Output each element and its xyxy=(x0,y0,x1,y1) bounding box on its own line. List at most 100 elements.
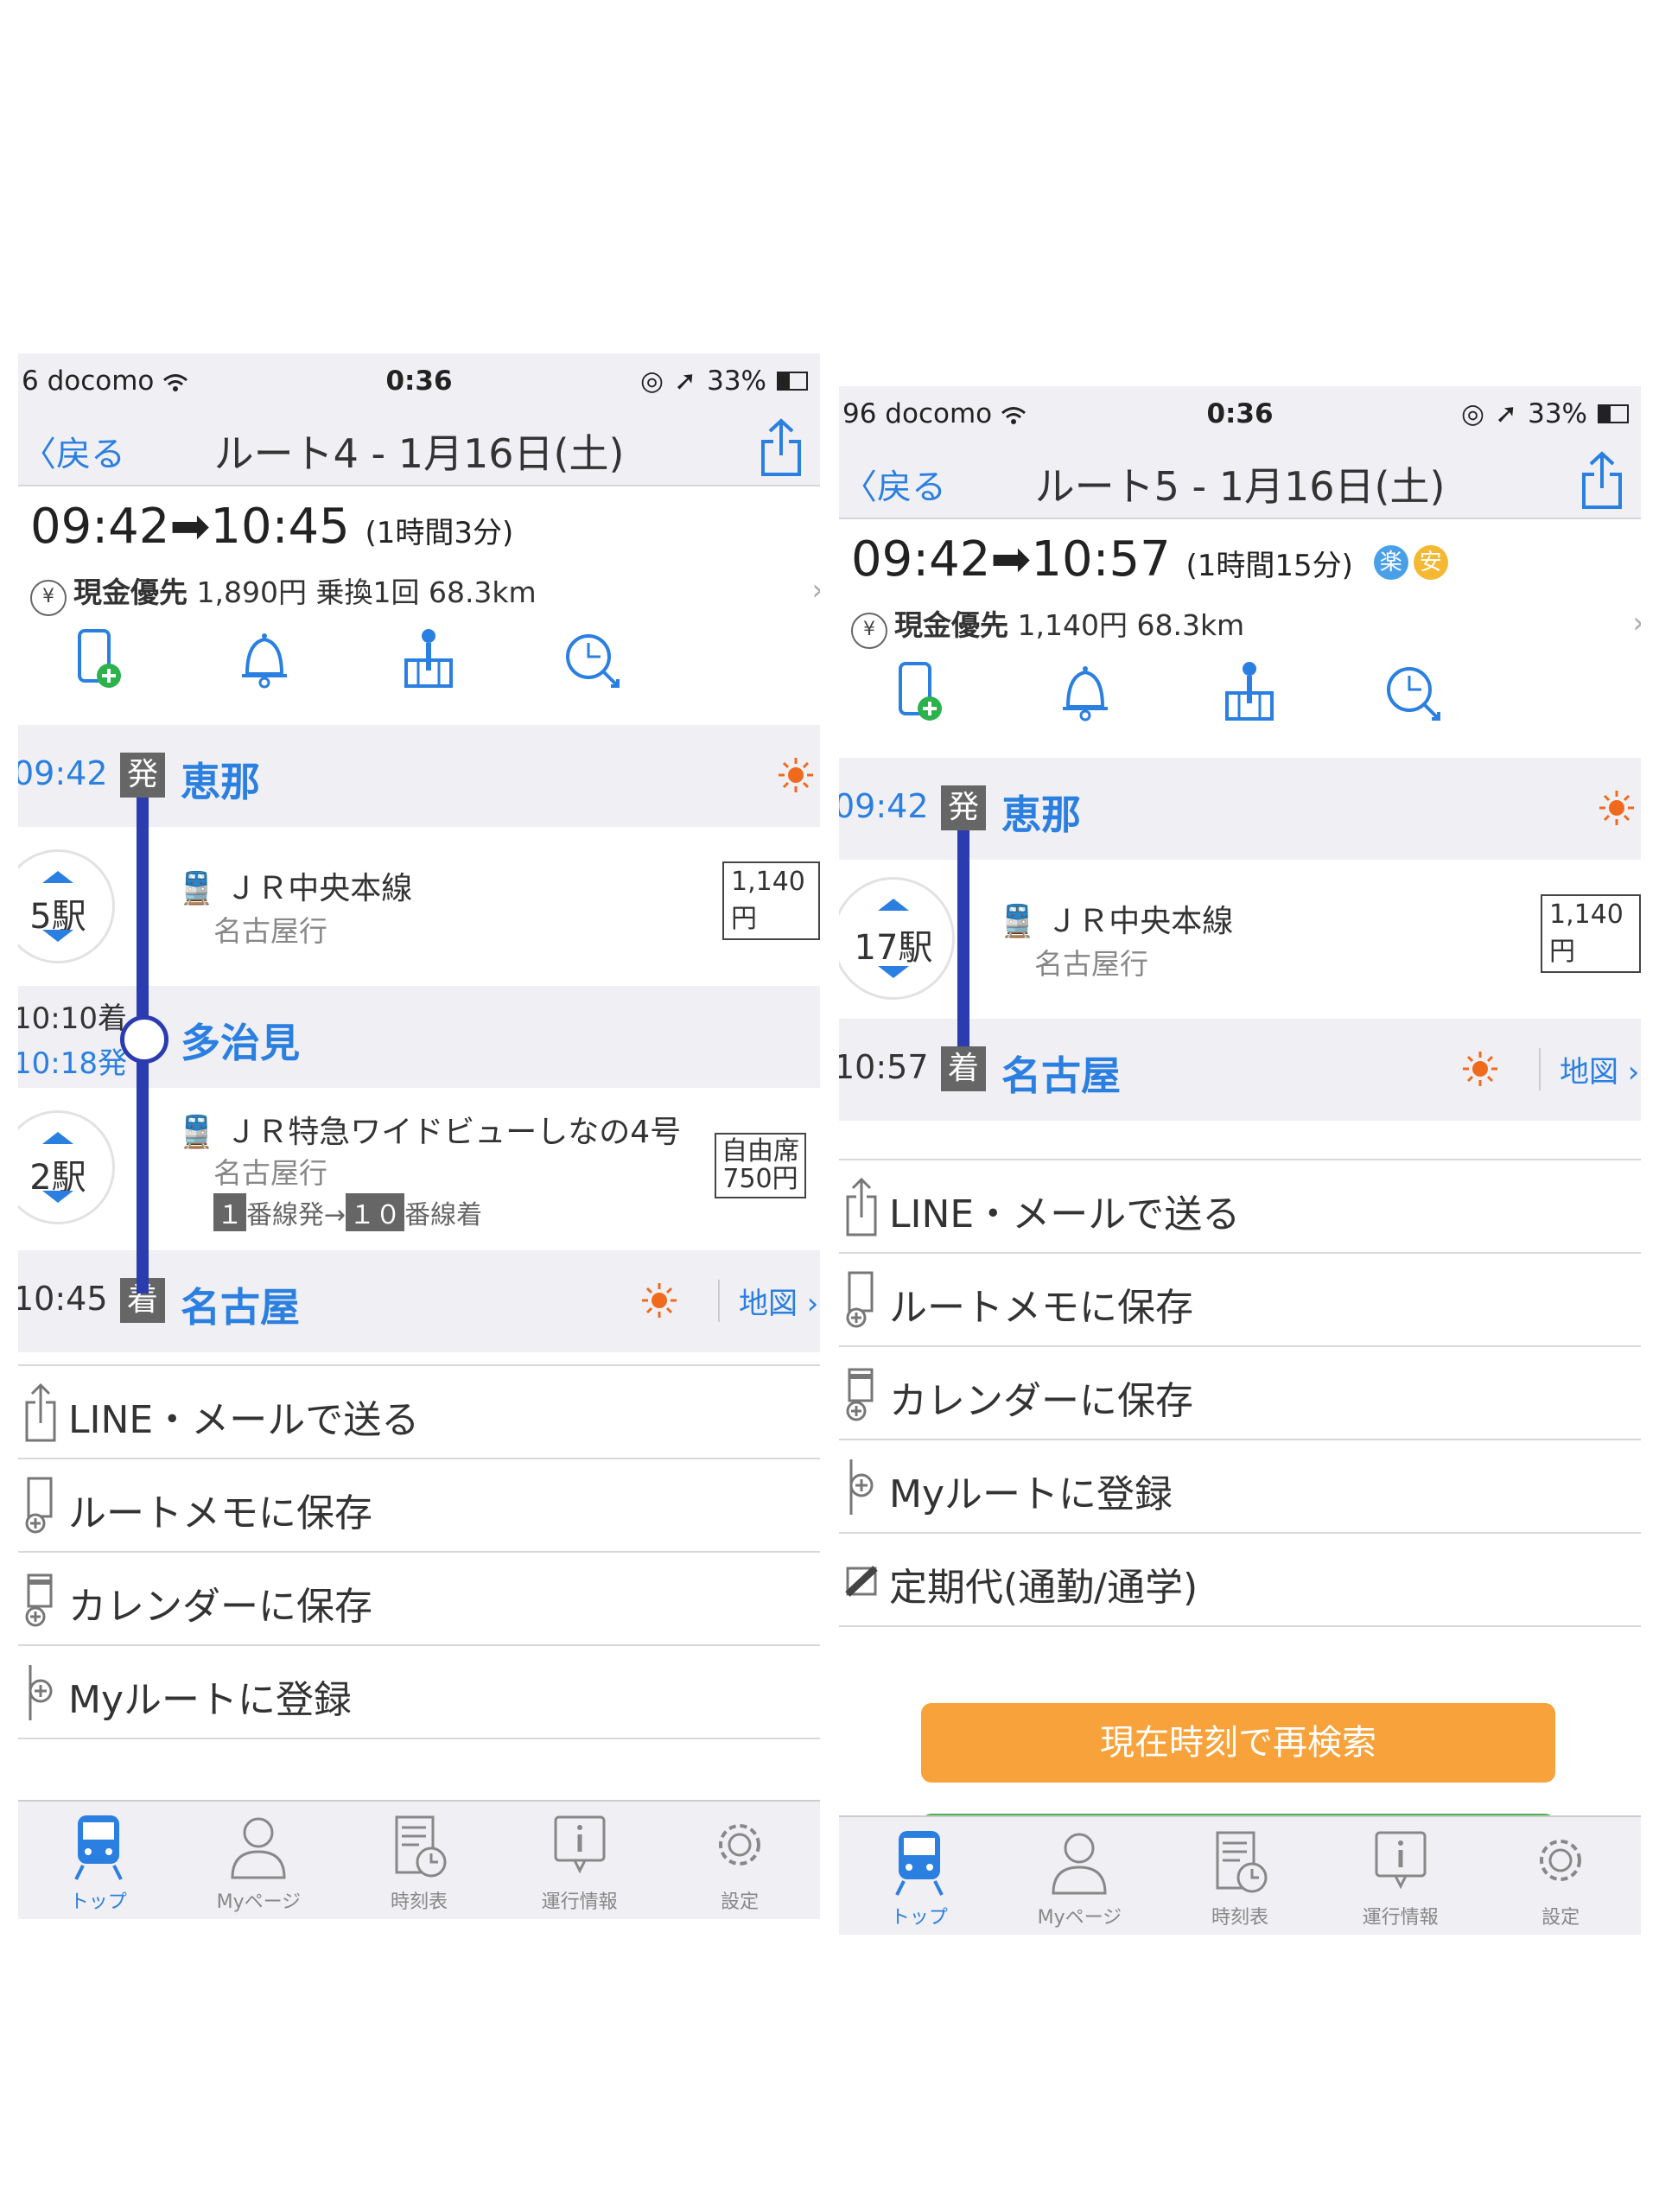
gear-icon xyxy=(719,1824,761,1866)
menu-send-line-mail[interactable]: LINE・メールで送る xyxy=(839,1160,1641,1254)
station-name: 多治見 xyxy=(181,1020,300,1066)
left-screen: 6 docomo 0:36 ◎ ➚ 33% 〈戻る ルート4 - 1月16日(土… xyxy=(18,353,820,1919)
fare-box: 1,140円 xyxy=(1541,894,1641,973)
memo-add-icon xyxy=(25,1477,53,1534)
arrival-time: 10:57 xyxy=(839,1048,929,1086)
alarm-button[interactable] xyxy=(182,616,346,702)
research-now-button[interactable]: 現在時刻で再検索 xyxy=(921,1703,1555,1783)
line-destination: 名古屋行 xyxy=(1034,947,1148,981)
navigation-bar: 〈戻る ルート5 - 1月16日(土) xyxy=(839,442,1641,519)
info-icon xyxy=(1375,1831,1427,1890)
add-to-device-button[interactable] xyxy=(839,649,1003,735)
menu-save-memo[interactable]: ルートメモに保存 xyxy=(839,1254,1641,1347)
station-count[interactable]: 17駅 xyxy=(839,877,955,1000)
tab-service-info[interactable]: 運行情報 xyxy=(499,1802,660,1919)
add-to-device-button[interactable] xyxy=(18,616,182,702)
tab-service-info[interactable]: 運行情報 xyxy=(1320,1817,1481,1935)
train-icon xyxy=(74,1815,123,1880)
time-search-button[interactable] xyxy=(511,616,675,702)
cheap-badge: 安 xyxy=(1413,544,1448,580)
arrival-time: 10:45 xyxy=(18,1280,108,1318)
pass-icon xyxy=(845,1566,878,1597)
chevron-right-icon[interactable]: › xyxy=(811,573,820,607)
yen-icon: ¥ xyxy=(851,613,887,649)
arrive-mark: 着 xyxy=(941,1046,986,1091)
tab-settings[interactable]: 設定 xyxy=(1480,1817,1641,1935)
tab-timetable[interactable]: 時刻表 xyxy=(339,1802,499,1919)
easy-badge: 楽 xyxy=(1373,544,1408,580)
battery-icon xyxy=(777,372,808,391)
share-icon xyxy=(846,1177,877,1236)
depart-mark: 発 xyxy=(941,785,986,830)
page-title: ルート4 - 1月16日(土) xyxy=(213,430,625,477)
navigation-bar: 〈戻る ルート4 - 1月16日(土) xyxy=(18,409,820,486)
station-name: 名古屋 xyxy=(181,1284,300,1331)
alarm-button[interactable] xyxy=(1003,649,1167,735)
train-icon: 🚆 xyxy=(177,871,216,906)
platform-button[interactable] xyxy=(1167,649,1332,735)
menu-commuter-pass[interactable]: 定期代(通勤/通学) xyxy=(839,1534,1641,1627)
user-icon xyxy=(1052,1833,1107,1895)
line-destination: 名古屋行 xyxy=(213,1156,327,1190)
route-summary: 09:42➡10:57 (1時間15分) 楽安 ¥ 現金優先 1,140円 68.… xyxy=(839,519,1641,758)
clock-arrow-icon xyxy=(1387,667,1440,721)
departure-time: 10:18発 xyxy=(18,1046,127,1081)
tab-top[interactable]: トップ xyxy=(18,1802,179,1919)
up-arrow-icon xyxy=(42,1132,73,1144)
fare-info: ¥ 現金優先 1,140円 68.3km xyxy=(851,602,1244,649)
line-name: 🚆 ＪＲ中央本線 xyxy=(177,871,413,906)
tab-settings[interactable]: 設定 xyxy=(659,1802,820,1919)
tab-top[interactable]: トップ xyxy=(839,1817,1000,1935)
train-icon xyxy=(895,1831,944,1896)
person-platform-icon xyxy=(404,629,453,688)
menu-register-my-route[interactable]: Myルートに登録 xyxy=(18,1646,820,1739)
transfer-marker xyxy=(120,1015,168,1064)
route-add-icon xyxy=(849,1459,874,1515)
share-icon[interactable] xyxy=(758,417,804,478)
share-icon[interactable] xyxy=(1579,450,1625,511)
sun-icon xyxy=(1599,791,1634,825)
station-name: 恵那 xyxy=(181,759,260,805)
map-link[interactable]: 地図 › xyxy=(718,1280,818,1322)
fare-box: 1,140円 xyxy=(722,861,820,940)
sun-icon xyxy=(779,758,813,792)
right-screen: 96 docomo 0:36 ◎ ➚ 33% 〈戻る ルート5 - 1月16日(… xyxy=(839,386,1641,1935)
depart-mark: 発 xyxy=(120,753,165,798)
tab-timetable[interactable]: 時刻表 xyxy=(1160,1817,1320,1935)
station-count[interactable]: 5駅 xyxy=(18,849,115,963)
platform-button[interactable] xyxy=(346,616,511,702)
map-link[interactable]: 地図 › xyxy=(1539,1048,1639,1090)
arrival-time: 10:10着 xyxy=(18,1001,127,1036)
fare-info: ¥ 現金優先 1,890円 乗換1回 68.3km xyxy=(30,569,537,616)
station-count[interactable]: 2駅 xyxy=(18,1110,115,1224)
battery-percent: 33% xyxy=(1528,398,1587,429)
tab-bar: トップ Myページ 時刻表 運行情報 設定 xyxy=(839,1815,1641,1935)
info-icon xyxy=(554,1815,606,1874)
tab-my-page[interactable]: Myページ xyxy=(1000,1817,1160,1935)
tab-my-page[interactable]: Myページ xyxy=(179,1802,340,1919)
menu-save-memo[interactable]: ルートメモに保存 xyxy=(18,1459,820,1553)
fare-box: 自由席 750円 xyxy=(715,1133,806,1198)
gear-icon xyxy=(1540,1840,1582,1881)
person-platform-icon xyxy=(1225,662,1274,721)
location-icon: ➚ xyxy=(1495,398,1518,429)
menu-send-line-mail[interactable]: LINE・メールで送る xyxy=(18,1366,820,1459)
calendar-add-icon xyxy=(25,1573,53,1627)
menu-save-calendar[interactable]: カレンダーに保存 xyxy=(18,1553,820,1646)
down-arrow-icon xyxy=(42,1191,73,1203)
station-name: 恵那 xyxy=(1001,791,1081,838)
time-range: 09:42➡10:45 (1時間3分) xyxy=(30,499,514,555)
time-search-button[interactable] xyxy=(1332,649,1496,735)
menu-save-calendar[interactable]: カレンダーに保存 xyxy=(839,1347,1641,1440)
route-detail: 09:42 発 恵那 5駅 🚆 ＪＲ中央本線 名古屋行 1,140円 10:10… xyxy=(18,725,820,1364)
menu-register-my-route[interactable]: Myルートに登録 xyxy=(839,1440,1641,1534)
train-icon: 🚆 xyxy=(998,904,1037,939)
timetable-icon xyxy=(395,1815,447,1878)
user-icon xyxy=(231,1817,286,1879)
page-title: ルート5 - 1月16日(土) xyxy=(1034,463,1446,510)
route-summary: 09:42➡10:45 (1時間3分) ¥ 現金優先 1,890円 乗換1回 68… xyxy=(18,486,820,725)
departure-time: 09:42 xyxy=(18,754,108,792)
action-menu: LINE・メールで送る ルートメモに保存 カレンダーに保存 Myルートに登録 定… xyxy=(839,1159,1641,1627)
bell-icon xyxy=(242,633,287,689)
chevron-right-icon[interactable]: › xyxy=(1632,606,1641,640)
